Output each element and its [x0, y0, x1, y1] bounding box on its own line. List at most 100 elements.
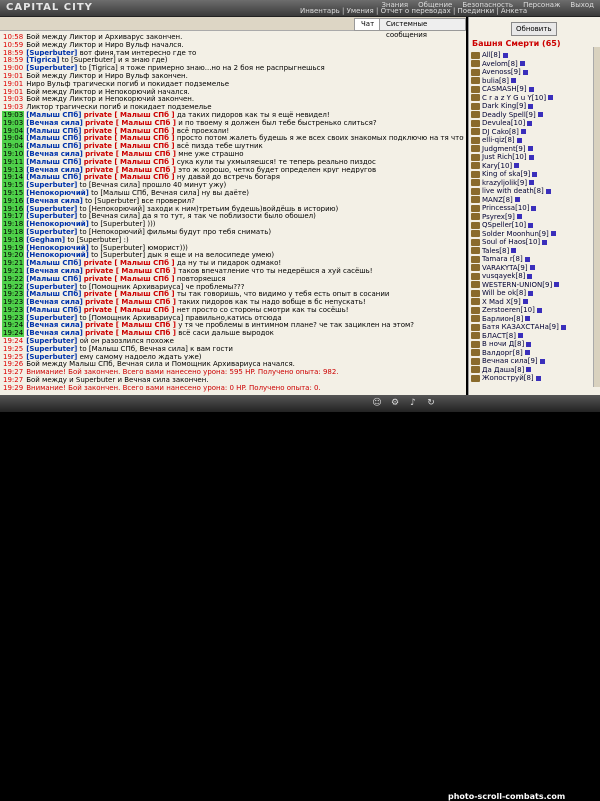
chat-nick[interactable]: [Superbuter] — [26, 212, 77, 220]
user-list-item[interactable]: Just Rich[10] — [471, 153, 591, 162]
user-name[interactable]: БЛАСТ[8] — [482, 332, 516, 341]
chat-nick[interactable]: [Superbuter] — [26, 314, 77, 322]
user-name[interactable]: MANZ[8] — [482, 196, 513, 205]
user-list-item[interactable]: elli-qiz[8] — [471, 136, 591, 145]
user-list-item[interactable]: Вечная сила[9] — [471, 357, 591, 366]
user-name[interactable]: Just Rich[10] — [482, 153, 527, 162]
chat-nick[interactable]: [Малыш СПб] — [26, 134, 81, 142]
chat-nick[interactable]: [Вечная сила] — [26, 321, 83, 329]
chat-nick[interactable]: [Tigrica] — [26, 56, 59, 64]
chat-nick[interactable]: [Superbuter] — [26, 353, 77, 361]
chat-nick[interactable]: [Вечная сила] — [26, 267, 83, 275]
user-list-item[interactable]: krazyljolik[9] — [471, 179, 591, 188]
user-name[interactable]: Soul of Haos[10] — [482, 238, 540, 247]
user-name[interactable]: C r a z Y G u Y[10] — [482, 94, 546, 103]
chat-nick[interactable]: [Вечная сила] — [26, 329, 83, 337]
menu-item-character[interactable]: Персонаж — [523, 1, 560, 9]
refresh-button[interactable]: Обновить — [511, 22, 557, 36]
chat-nick[interactable]: [Вечная сила] — [26, 166, 83, 174]
user-name[interactable]: WESTERN-UNION[9] — [482, 281, 552, 290]
user-list-item[interactable]: WESTERN-UNION[9] — [471, 281, 591, 290]
user-list-item[interactable]: В ночи Д[8] — [471, 340, 591, 349]
user-name[interactable]: Devulea[10] — [482, 119, 525, 128]
chat-nick[interactable]: [Superbuter] — [26, 64, 77, 72]
user-name[interactable]: QSpeller[10] — [482, 221, 526, 230]
chat-nick[interactable]: [Малыш СПб] — [26, 290, 81, 298]
user-list-item[interactable]: Батя КАЗАХСТАНа[9] — [471, 323, 591, 332]
user-name[interactable]: Dark King[9] — [482, 102, 526, 111]
user-name[interactable]: Барлион[8] — [482, 315, 523, 324]
sub-menu[interactable]: Инвентарь | Умения | Отчет о переводах |… — [300, 7, 527, 15]
user-list-item[interactable]: QSpeller[10] — [471, 221, 591, 230]
chat-nick[interactable]: [Непокорючий] — [26, 220, 89, 228]
user-name[interactable]: Zerstoeren[10] — [482, 306, 535, 315]
chat-nick[interactable]: [Superbuter] — [26, 205, 77, 213]
chat-nick[interactable]: [Вечная сила] — [26, 298, 83, 306]
user-name[interactable]: Princessa[10] — [482, 204, 529, 213]
user-name[interactable]: Вечная сила[9] — [482, 357, 538, 366]
user-list-item[interactable]: bulia[8] — [471, 77, 591, 86]
user-list-item[interactable]: Kary[10] — [471, 162, 591, 171]
user-name[interactable]: Батя КАЗАХСТАНа[9] — [482, 323, 559, 332]
user-list-item[interactable]: X Mad X[9] — [471, 298, 591, 307]
user-list-item[interactable]: All[8] — [471, 51, 591, 60]
chat-nick[interactable]: [Gegham] — [26, 236, 65, 244]
user-name[interactable]: Judgment[9] — [482, 145, 526, 154]
smiley-icon[interactable]: ☺ — [372, 398, 382, 408]
user-name[interactable]: Will be ok[8] — [482, 289, 526, 298]
chat-nick[interactable]: [Непокорючий] — [26, 189, 89, 197]
chat-nick[interactable]: [Малыш СПб] — [26, 173, 81, 181]
user-name[interactable]: Жопоструй[8] — [482, 374, 534, 383]
user-list-item[interactable]: Dark King[9] — [471, 102, 591, 111]
user-list-item[interactable]: vusqayek[8] — [471, 272, 591, 281]
user-list-item[interactable]: C r a z Y G u Y[10] — [471, 94, 591, 103]
user-list-item[interactable]: DJ Cako[8] — [471, 128, 591, 137]
user-name[interactable]: krazyljolik[9] — [482, 179, 527, 188]
user-list-item[interactable]: Deadly Spell[9] — [471, 111, 591, 120]
user-list-item[interactable]: Psyrex[9] — [471, 213, 591, 222]
user-list-scrollbar[interactable] — [593, 47, 600, 387]
user-name[interactable]: Psyrex[9] — [482, 213, 515, 222]
user-name[interactable]: Avelom[8] — [482, 60, 518, 69]
chat-nick[interactable]: [Непокорючий] — [26, 244, 89, 252]
user-list-item[interactable]: Жопоструй[8] — [471, 374, 591, 383]
user-list-item[interactable]: Avelom[8] — [471, 60, 591, 69]
user-list-item[interactable]: Will be ok[8] — [471, 289, 591, 298]
user-name[interactable]: Валдорг[8] — [482, 349, 523, 358]
user-name[interactable]: Да Даша[8] — [482, 366, 524, 375]
user-name[interactable]: elli-qiz[8] — [482, 136, 515, 145]
user-list-item[interactable]: Zerstoeren[10] — [471, 306, 591, 315]
user-list-item[interactable]: БЛАСТ[8] — [471, 332, 591, 341]
user-list-item[interactable]: Tamara r[8] — [471, 255, 591, 264]
user-list-item[interactable]: Judgment[9] — [471, 145, 591, 154]
user-list-item[interactable]: VARAKYTA[9] — [471, 264, 591, 273]
user-list-item[interactable]: Tales[8] — [471, 247, 591, 256]
tab-system-messages[interactable]: Системные сообщения — [379, 18, 466, 39]
user-name[interactable]: CASMASH[9] — [482, 85, 527, 94]
user-name[interactable]: Solder Moonhun[9] — [482, 230, 549, 239]
user-list-item[interactable]: Валдорг[8] — [471, 349, 591, 358]
chat-nick[interactable]: [Superbuter] — [26, 181, 77, 189]
chat-nick[interactable]: [Superbuter] — [26, 283, 77, 291]
user-list-item[interactable]: Princessa[10] — [471, 204, 591, 213]
chat-nick[interactable]: [Вечная сила] — [26, 197, 83, 205]
user-name[interactable]: X Mad X[9] — [482, 298, 521, 307]
chat-nick[interactable]: [Малыш СПб] — [26, 306, 81, 314]
user-list-item[interactable]: MANZ[8] — [471, 196, 591, 205]
user-list-item[interactable]: Avenoss[9] — [471, 68, 591, 77]
user-name[interactable]: Deadly Spell[9] — [482, 111, 536, 120]
user-list-item[interactable]: King of ska[9] — [471, 170, 591, 179]
user-name[interactable]: Kary[10] — [482, 162, 512, 171]
user-name[interactable]: live with death[8] — [482, 187, 544, 196]
user-name[interactable]: vusqayek[8] — [482, 272, 525, 281]
user-list-item[interactable]: CASMASH[9] — [471, 85, 591, 94]
menu-item-exit[interactable]: Выход — [570, 1, 594, 9]
user-list-item[interactable]: Devulea[10] — [471, 119, 591, 128]
tab-chat[interactable]: Чат — [354, 18, 382, 31]
refresh-icon[interactable]: ↻ — [426, 398, 436, 408]
chat-nick[interactable]: [Superbuter] — [26, 345, 77, 353]
chat-nick[interactable]: [Малыш СПб] — [26, 142, 81, 150]
user-list-item[interactable]: Soul of Haos[10] — [471, 238, 591, 247]
user-list-item[interactable]: Solder Moonhun[9] — [471, 230, 591, 239]
user-name[interactable]: bulia[8] — [482, 77, 509, 86]
